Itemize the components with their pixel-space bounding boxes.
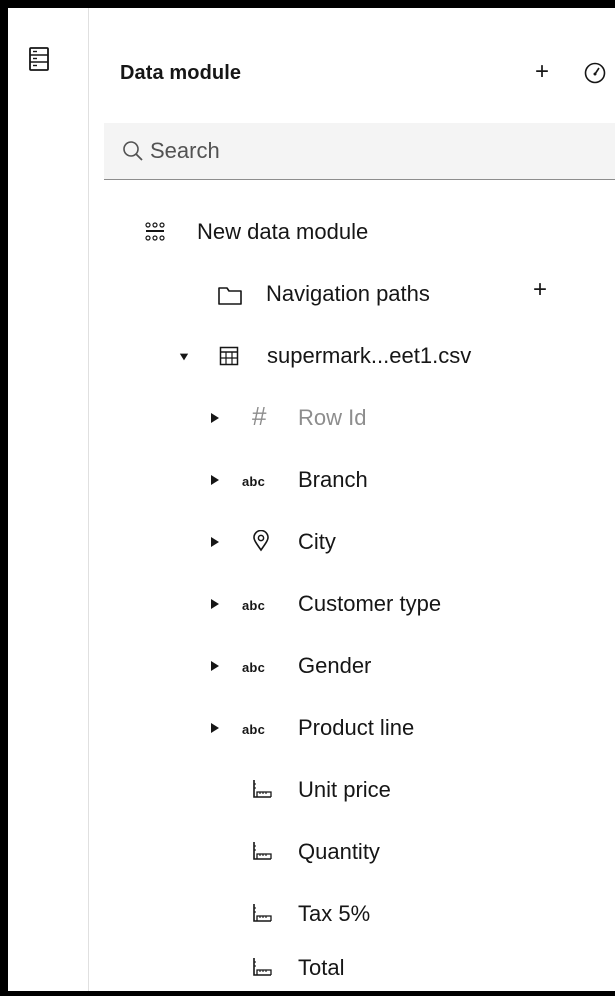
add-navigation-path-button[interactable]: + xyxy=(533,276,547,304)
caret-down-icon[interactable] xyxy=(179,351,189,363)
field-label: Gender xyxy=(298,653,372,678)
location-pin-icon xyxy=(253,530,269,552)
field-row-id[interactable]: # Row Id xyxy=(89,398,615,438)
left-rail xyxy=(8,8,89,991)
tree-item-label: New data module xyxy=(197,219,369,244)
tree-item-label: Navigation paths xyxy=(266,281,430,306)
field-product-line[interactable]: abc Product line xyxy=(89,708,615,748)
field-label: Customer type xyxy=(298,591,442,616)
gauge-icon[interactable] xyxy=(583,61,607,85)
field-label: Row Id xyxy=(298,405,367,430)
number-icon: # xyxy=(252,401,267,431)
field-unit-price[interactable]: Unit price xyxy=(89,770,615,810)
field-label: Product line xyxy=(298,715,415,740)
data-module-tree-icon xyxy=(145,222,165,241)
app-window: Data module + New dat xyxy=(8,8,615,991)
data-panel: Data module + New dat xyxy=(89,8,615,991)
measure-ruler-icon xyxy=(253,780,272,798)
text-type-icon: abc xyxy=(242,598,266,613)
field-tax-5[interactable]: Tax 5% xyxy=(89,894,615,934)
field-city[interactable]: City xyxy=(89,522,615,562)
field-label: Unit price xyxy=(298,777,391,802)
folder-icon xyxy=(218,287,242,305)
text-type-icon: abc xyxy=(242,660,266,675)
tree-item-data-module[interactable]: New data module xyxy=(89,212,615,252)
tree-item-navigation-paths[interactable]: Navigation paths + xyxy=(89,274,615,314)
field-quantity[interactable]: Quantity xyxy=(89,832,615,872)
search-icon xyxy=(123,141,143,161)
field-total[interactable]: Total xyxy=(89,948,615,988)
field-label: Quantity xyxy=(298,839,380,864)
table-icon xyxy=(219,346,239,366)
measure-ruler-icon xyxy=(253,904,272,922)
caret-right-icon[interactable] xyxy=(210,722,220,734)
tree-item-table[interactable]: supermark...eet1.csv xyxy=(89,336,615,376)
data-module-icon[interactable] xyxy=(28,46,50,72)
field-label: City xyxy=(298,529,336,554)
text-type-icon: abc xyxy=(242,474,266,489)
tree-item-label: supermark...eet1.csv xyxy=(267,343,472,368)
field-label: Tax 5% xyxy=(298,901,371,926)
field-gender[interactable]: abc Gender xyxy=(89,646,615,686)
search-bar[interactable] xyxy=(104,123,615,180)
caret-right-icon[interactable] xyxy=(210,412,220,424)
search-input[interactable] xyxy=(150,123,570,179)
caret-right-icon[interactable] xyxy=(210,598,220,610)
caret-right-icon[interactable] xyxy=(210,660,220,672)
text-type-icon: abc xyxy=(242,722,266,737)
caret-right-icon[interactable] xyxy=(210,474,220,486)
measure-ruler-icon xyxy=(253,958,272,976)
panel-title: Data module xyxy=(120,62,242,84)
add-button[interactable]: + xyxy=(529,58,555,86)
caret-right-icon[interactable] xyxy=(210,536,220,548)
field-customer-type[interactable]: abc Customer type xyxy=(89,584,615,624)
field-label: Branch xyxy=(298,467,368,492)
field-label: Total xyxy=(298,955,345,980)
field-branch[interactable]: abc Branch xyxy=(89,460,615,500)
measure-ruler-icon xyxy=(253,842,272,860)
